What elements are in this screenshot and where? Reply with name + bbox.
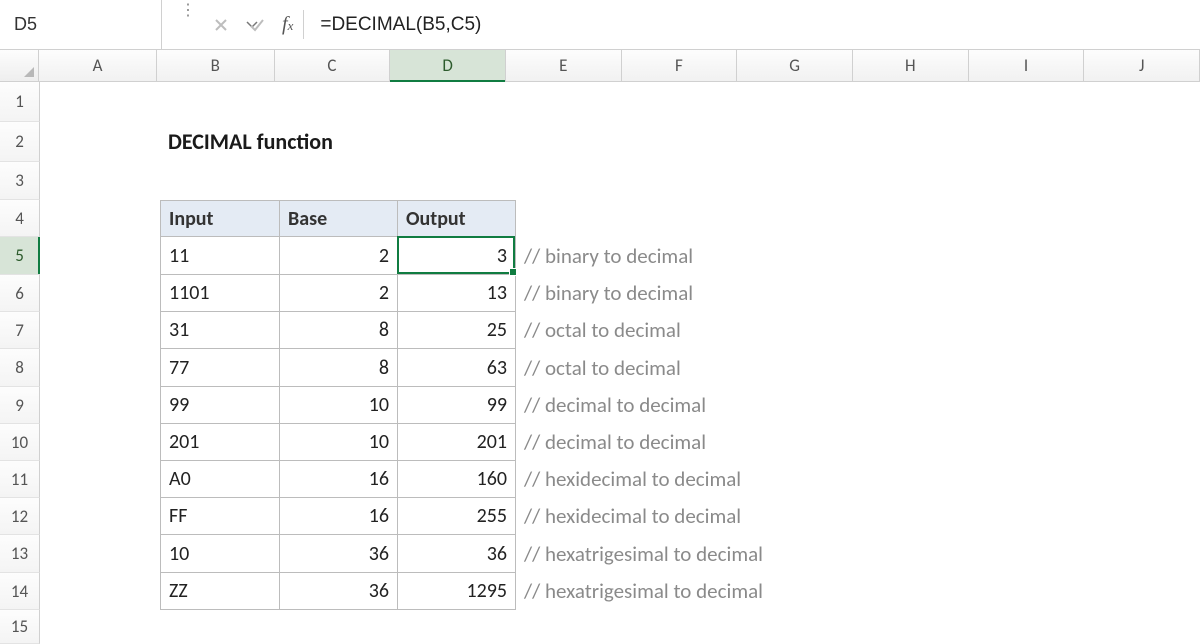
cell-output[interactable]: 201 — [398, 424, 516, 461]
cell-input[interactable]: 99 — [160, 387, 280, 424]
col-head-G[interactable]: G — [737, 50, 853, 81]
cell-output[interactable]: 3 — [398, 237, 516, 275]
cell-comment: // hexatrigesimal to decimal — [516, 535, 1106, 573]
row-head-13[interactable]: 13 — [0, 535, 40, 573]
cells-area[interactable]: DECIMAL function InputBaseOutput 1123// bi… — [40, 82, 1200, 644]
col-head-J[interactable]: J — [1084, 50, 1200, 81]
cell-output[interactable]: 160 — [398, 461, 516, 498]
row-head-12[interactable]: 12 — [0, 498, 40, 535]
cell-output[interactable]: 255 — [398, 498, 516, 535]
fb-controls: fx — [200, 0, 299, 49]
row-head-9[interactable]: 9 — [0, 387, 40, 424]
row-head-2[interactable]: 2 — [0, 122, 40, 162]
row-head-4[interactable]: 4 — [0, 200, 40, 237]
cell-output[interactable]: 99 — [398, 387, 516, 424]
cell-input[interactable]: A0 — [160, 461, 280, 498]
cell-input[interactable]: ZZ — [160, 573, 280, 610]
select-all-corner[interactable] — [0, 50, 39, 81]
row-head-1[interactable]: 1 — [0, 82, 40, 122]
row-head-14[interactable]: 14 — [0, 573, 40, 610]
cell-comment: // hexatrigesimal to decimal — [516, 573, 1106, 610]
row-head-8[interactable]: 8 — [0, 349, 40, 387]
cell-base[interactable]: 16 — [280, 498, 398, 535]
row-head-7[interactable]: 7 — [0, 312, 40, 349]
cell-input[interactable]: 11 — [160, 237, 280, 275]
cell-input[interactable]: 1101 — [160, 275, 280, 312]
cell-base[interactable]: 2 — [280, 275, 398, 312]
name-box-container — [0, 0, 162, 49]
col-head-F[interactable]: F — [622, 50, 738, 81]
cell-output[interactable]: 36 — [398, 535, 516, 573]
cell-comment: // decimal to decimal — [516, 387, 1106, 424]
cell-base[interactable]: 36 — [280, 535, 398, 573]
row-head-6[interactable]: 6 — [0, 275, 40, 312]
table-header: Input — [160, 200, 280, 237]
cell-input[interactable]: 10 — [160, 535, 280, 573]
col-head-E[interactable]: E — [506, 50, 622, 81]
cell-comment: // decimal to decimal — [516, 424, 1106, 461]
cell-base[interactable]: 10 — [280, 387, 398, 424]
resize-handle-icon[interactable]: ⋮ — [176, 0, 200, 49]
cell-output[interactable]: 63 — [398, 349, 516, 387]
row-head-15[interactable]: 15 — [0, 610, 40, 644]
cell-input[interactable]: 31 — [160, 312, 280, 349]
cell-input[interactable]: FF — [160, 498, 280, 535]
cell-base[interactable]: 36 — [280, 573, 398, 610]
col-head-H[interactable]: H — [853, 50, 969, 81]
row-headers: 123456789101112131415 — [0, 82, 40, 644]
cell-comment: // hexidecimal to decimal — [516, 498, 1106, 535]
row-head-10[interactable]: 10 — [0, 424, 40, 461]
table-header: Output — [398, 200, 516, 237]
cell-output[interactable]: 13 — [398, 275, 516, 312]
cell-output[interactable]: 1295 — [398, 573, 516, 610]
formula-bar: ⋮ fx — [0, 0, 1200, 50]
fx-icon[interactable]: fx — [282, 13, 293, 36]
cell-base[interactable]: 10 — [280, 424, 398, 461]
cell-base[interactable]: 2 — [280, 237, 398, 275]
cell-input[interactable]: 201 — [160, 424, 280, 461]
cell-comment: // binary to decimal — [516, 275, 1106, 312]
formula-input[interactable] — [308, 0, 1200, 49]
cell-base[interactable]: 8 — [280, 349, 398, 387]
cell-comment: // octal to decimal — [516, 312, 1106, 349]
cell-base[interactable]: 8 — [280, 312, 398, 349]
col-head-I[interactable]: I — [969, 50, 1085, 81]
cell-comment: // binary to decimal — [516, 237, 1106, 275]
row-head-11[interactable]: 11 — [0, 461, 40, 498]
cell-comment: // hexidecimal to decimal — [516, 461, 1106, 498]
cell-output[interactable]: 25 — [398, 312, 516, 349]
cell-comment: // octal to decimal — [516, 349, 1106, 387]
row-head-5[interactable]: 5 — [0, 237, 40, 275]
page-title: DECIMAL function — [160, 122, 516, 162]
col-head-D[interactable]: D — [390, 50, 506, 81]
table-header: Base — [280, 200, 398, 237]
row-head-3[interactable]: 3 — [0, 162, 40, 200]
enter-icon[interactable] — [246, 14, 268, 36]
cell-base[interactable]: 16 — [280, 461, 398, 498]
col-head-B[interactable]: B — [157, 50, 275, 81]
cell-input[interactable]: 77 — [160, 349, 280, 387]
column-headers: ABCDEFGHIJ — [0, 50, 1200, 82]
col-head-A[interactable]: A — [39, 50, 157, 81]
cancel-icon[interactable] — [210, 14, 232, 36]
col-head-C[interactable]: C — [275, 50, 391, 81]
